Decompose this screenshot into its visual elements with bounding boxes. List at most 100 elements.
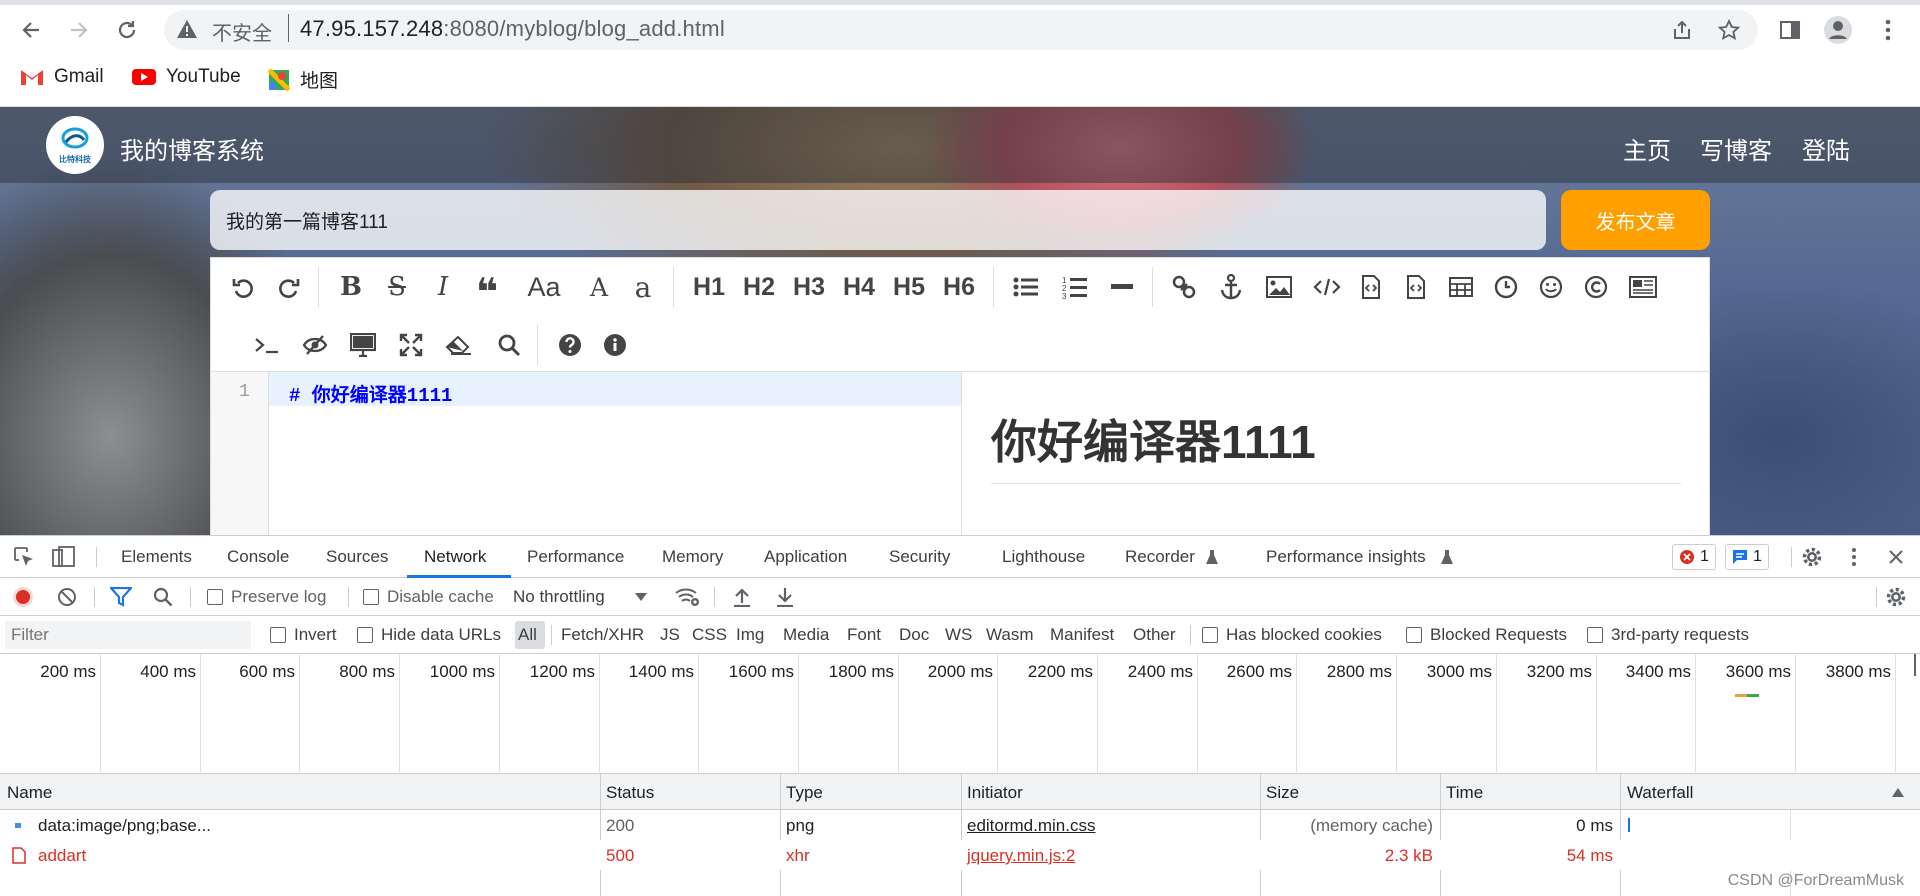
share-button[interactable] (1666, 14, 1698, 46)
clear-log-button[interactable] (53, 583, 81, 611)
checkbox-box[interactable] (207, 589, 223, 605)
import-har-button[interactable] (728, 583, 756, 611)
sort-up-icon[interactable] (1892, 788, 1904, 797)
code-inline-button[interactable] (1309, 269, 1345, 305)
network-conditions-button[interactable] (674, 583, 702, 611)
nav-write-link[interactable]: 写博客 (1700, 131, 1772, 166)
bold-button[interactable]: B (333, 269, 369, 305)
unordered-list-button[interactable] (1008, 269, 1044, 305)
table-row[interactable]: addart 500 xhr jquery.min.js:2 2.3 kB 54… (0, 840, 1920, 870)
markdown-source-text[interactable]: # 你好编译器1111 (289, 380, 452, 407)
filter-type-other[interactable]: Other (1133, 625, 1176, 645)
image-button[interactable] (1261, 269, 1297, 305)
checkbox-box[interactable] (270, 627, 286, 643)
table-button[interactable] (1443, 269, 1479, 305)
pagebreak-button[interactable] (1625, 269, 1661, 305)
filter-type-css[interactable]: CSS (692, 625, 727, 645)
filter-type-js[interactable]: JS (660, 625, 680, 645)
site-logo[interactable]: 比特科技 (46, 116, 104, 174)
preserve-log-checkbox[interactable]: Preserve log (207, 587, 326, 607)
tab-application[interactable]: Application (764, 547, 847, 567)
request-name[interactable]: addart (38, 846, 86, 866)
column-header-initiator[interactable]: Initiator (967, 783, 1023, 803)
link-button[interactable] (1166, 269, 1202, 305)
blocked-cookies-checkbox[interactable]: Has blocked cookies (1202, 625, 1382, 645)
filter-input[interactable] (5, 621, 251, 649)
bookmark-youtube[interactable]: YouTube (132, 66, 241, 88)
column-header-type[interactable]: Type (786, 783, 823, 803)
publish-button[interactable]: 发布文章 (1561, 190, 1710, 250)
tab-elements[interactable]: Elements (121, 547, 192, 567)
tab-console[interactable]: Console (227, 547, 289, 567)
preformatted-button[interactable] (1398, 269, 1434, 305)
filter-type-fetch-xhr[interactable]: Fetch/XHR (561, 625, 644, 645)
fullscreen-button[interactable] (393, 327, 429, 363)
checkbox-box[interactable] (357, 627, 373, 643)
tab-performance[interactable]: Performance (527, 547, 624, 567)
uppercase-button[interactable]: Aa (521, 269, 567, 305)
devtools-menu-button[interactable] (1840, 543, 1868, 571)
filter-type-media[interactable]: Media (783, 625, 829, 645)
column-header-name[interactable]: Name (7, 783, 52, 803)
back-button[interactable] (13, 12, 49, 48)
tab-recorder[interactable]: Recorder (1125, 547, 1195, 567)
filter-type-manifest[interactable]: Manifest (1050, 625, 1114, 645)
filter-type-img[interactable]: Img (736, 625, 764, 645)
clear-button[interactable] (441, 327, 477, 363)
not-secure-label[interactable]: 不安全 (212, 17, 272, 46)
disable-cache-checkbox[interactable]: Disable cache (363, 587, 494, 607)
h6-button[interactable]: H6 (939, 269, 979, 305)
message-count-badge[interactable]: 1 (1725, 544, 1769, 570)
request-initiator-link[interactable]: jquery.min.js:2 (967, 846, 1075, 866)
tab-performance-insights[interactable]: Performance insights (1266, 547, 1426, 567)
bookmark-maps[interactable]: 地图 (268, 66, 338, 93)
devtools-settings-button[interactable] (1798, 543, 1826, 571)
request-name[interactable]: data:image/png;base... (38, 816, 211, 836)
bookmark-gmail[interactable]: Gmail (20, 66, 104, 88)
warning-icon[interactable] (176, 19, 198, 39)
tab-memory[interactable]: Memory (662, 547, 723, 567)
reload-button[interactable] (109, 12, 145, 48)
h3-button[interactable]: H3 (789, 269, 829, 305)
filter-type-font[interactable]: Font (847, 625, 881, 645)
lowercase-button[interactable]: a (625, 269, 661, 305)
tab-security[interactable]: Security (889, 547, 950, 567)
italic-button[interactable]: I (425, 269, 461, 305)
filter-type-doc[interactable]: Doc (899, 625, 929, 645)
tab-sources[interactable]: Sources (326, 547, 388, 567)
bookmark-star-button[interactable] (1713, 14, 1745, 46)
side-panel-button[interactable] (1774, 14, 1806, 46)
blocked-requests-checkbox[interactable]: Blocked Requests (1406, 625, 1567, 645)
blog-title-input[interactable] (210, 190, 1546, 250)
forward-button[interactable] (61, 12, 97, 48)
filter-type-ws[interactable]: WS (945, 625, 972, 645)
checkbox-box[interactable] (1406, 627, 1422, 643)
tab-network[interactable]: Network (424, 547, 486, 567)
quote-button[interactable]: ❝ (469, 269, 505, 312)
device-toolbar-button[interactable] (50, 543, 78, 571)
strikethrough-button[interactable]: S (379, 269, 415, 305)
column-header-time[interactable]: Time (1446, 783, 1483, 803)
search-button[interactable] (491, 327, 527, 363)
error-count-badge[interactable]: 1 (1672, 544, 1716, 570)
export-har-button[interactable] (771, 583, 799, 611)
table-row[interactable]: data:image/png;base... 200 png editormd.… (0, 810, 1920, 840)
nav-home-link[interactable]: 主页 (1623, 131, 1671, 166)
record-button[interactable] (9, 583, 37, 611)
emoji-button[interactable] (1533, 269, 1569, 305)
third-party-checkbox[interactable]: 3rd-party requests (1587, 625, 1749, 645)
throttling-select[interactable]: No throttling (513, 587, 647, 607)
url-text[interactable]: 47.95.157.248:8080/myblog/blog_add.html (300, 16, 725, 42)
filter-toggle-button[interactable] (107, 583, 135, 611)
invert-checkbox[interactable]: Invert (270, 625, 337, 645)
nav-login-link[interactable]: 登陆 (1802, 131, 1850, 166)
filter-type-all[interactable]: All (518, 625, 537, 645)
anchor-button[interactable] (1213, 269, 1249, 305)
html-entities-button[interactable] (1578, 269, 1614, 305)
h2-button[interactable]: H2 (739, 269, 779, 305)
h1-button[interactable]: H1 (689, 269, 729, 305)
column-header-status[interactable]: Status (606, 783, 654, 803)
inspect-element-button[interactable] (10, 543, 38, 571)
datetime-button[interactable] (1488, 269, 1524, 305)
chrome-menu-button[interactable] (1872, 14, 1904, 46)
